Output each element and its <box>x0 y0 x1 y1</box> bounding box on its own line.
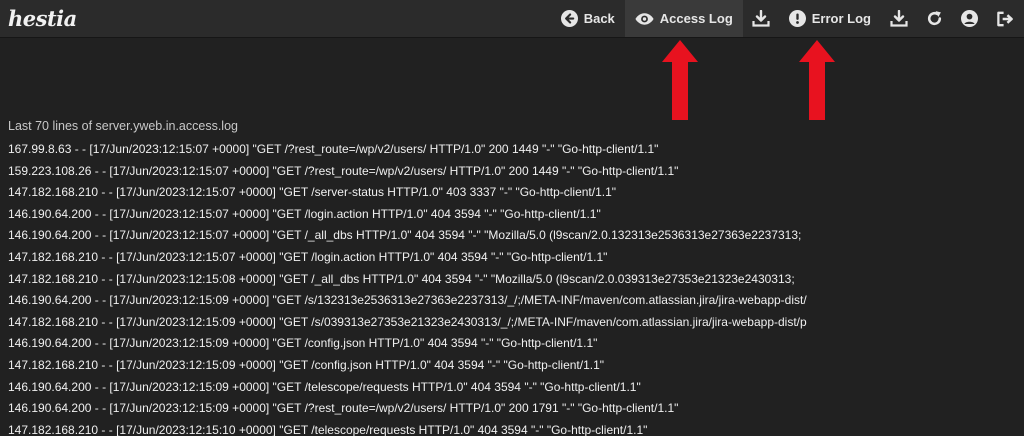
log-line: 167.99.8.63 - - [17/Jun/2023:12:15:07 +0… <box>8 142 659 156</box>
hestia-logo[interactable]: hestia <box>8 4 77 32</box>
log-line: 146.190.64.200 - - [17/Jun/2023:12:15:09… <box>8 379 641 394</box>
user-icon <box>961 10 978 27</box>
log-line: 147.182.168.210 - - [17/Jun/2023:12:15:1… <box>8 422 648 436</box>
error-log-label: Error Log <box>811 11 871 26</box>
download-icon <box>890 10 908 27</box>
toolbar-nav: Back Access Log Error Log <box>551 0 1024 37</box>
logo-text: hestia <box>8 5 77 31</box>
log-line: 146.190.64.200 - - [17/Jun/2023:12:15:09… <box>8 293 807 308</box>
log-line: 159.223.108.26 - - [17/Jun/2023:12:15:07… <box>8 163 679 178</box>
log-line: 146.190.64.200 - - [17/Jun/2023:12:15:09… <box>8 401 679 416</box>
log-line: 146.190.64.200 - - [17/Jun/2023:12:15:07… <box>8 206 601 221</box>
logout-icon <box>996 11 1015 27</box>
log-line: 147.182.168.210 - - [17/Jun/2023:12:15:0… <box>8 185 617 200</box>
back-button[interactable]: Back <box>551 0 625 37</box>
log-line: 147.182.168.210 - - [17/Jun/2023:12:15:0… <box>8 314 807 329</box>
log-line: 147.182.168.210 - - [17/Jun/2023:12:15:0… <box>8 271 795 286</box>
log-title: Last 70 lines of server.yweb.in.access.l… <box>8 119 238 133</box>
back-label: Back <box>583 11 615 26</box>
refresh-button[interactable] <box>917 0 952 37</box>
access-log-label: Access Log <box>659 11 733 26</box>
access-log-button[interactable]: Access Log <box>624 0 743 37</box>
red-arrow-annotation <box>662 40 698 120</box>
arrow-left-circle-icon <box>560 10 578 27</box>
refresh-icon <box>926 10 943 27</box>
red-arrow-annotation <box>799 40 835 120</box>
download-error-log-button[interactable] <box>881 0 917 37</box>
top-toolbar: hestia Back Access Log Error Log <box>0 0 1024 37</box>
exclamation-circle-icon <box>788 10 806 27</box>
log-lines: 167.99.8.63 - - [17/Jun/2023:12:15:07 +0… <box>8 139 1020 436</box>
download-icon <box>752 10 770 27</box>
user-button[interactable] <box>952 0 987 37</box>
log-line: 146.190.64.200 - - [17/Jun/2023:12:15:09… <box>8 336 598 351</box>
log-line: 147.182.168.210 - - [17/Jun/2023:12:15:0… <box>8 249 608 264</box>
download-access-log-button[interactable] <box>743 0 779 37</box>
eye-icon <box>635 12 654 26</box>
logout-button[interactable] <box>987 0 1024 37</box>
error-log-button[interactable]: Error Log <box>779 0 881 37</box>
log-line: 146.190.64.200 - - [17/Jun/2023:12:15:07… <box>8 228 802 243</box>
log-line: 147.182.168.210 - - [17/Jun/2023:12:15:0… <box>8 357 605 372</box>
